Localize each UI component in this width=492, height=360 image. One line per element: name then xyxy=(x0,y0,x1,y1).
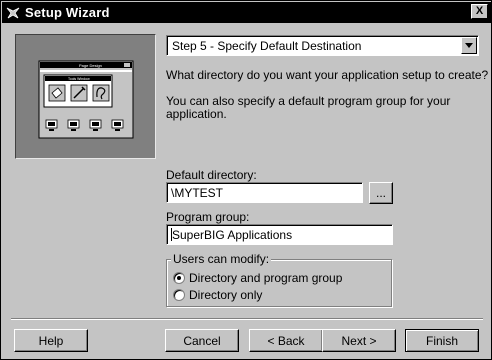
cancel-button[interactable]: Cancel xyxy=(165,329,239,352)
close-icon: X xyxy=(475,5,484,17)
radio-unselected-icon[interactable] xyxy=(173,289,185,301)
step-dropdown[interactable]: Step 5 - Specify Default Destination xyxy=(166,35,479,56)
program-group-value: SuperBIG Applications xyxy=(172,228,293,242)
wizard-preview-image: Page Design Tools Window xyxy=(15,34,156,159)
radio-directory-and-program-group[interactable]: Directory and program group xyxy=(173,271,342,285)
title-bar[interactable]: Setup Wizard X xyxy=(2,2,491,23)
mini-toolbar-title: Tools Window xyxy=(68,77,90,81)
setup-wizard-window: Setup Wizard X Page Design Tools Window xyxy=(0,0,492,360)
back-button[interactable]: < Back xyxy=(249,329,323,352)
radio-label: Directory and program group xyxy=(189,271,343,285)
window-title: Setup Wizard xyxy=(25,5,110,20)
step-dropdown-value: Step 5 - Specify Default Destination xyxy=(172,39,362,53)
default-directory-label: Default directory: xyxy=(166,168,257,182)
button-separator xyxy=(11,318,483,320)
instruction-program-group-line2: application. xyxy=(166,107,227,121)
finish-button[interactable]: Finish xyxy=(405,329,479,352)
program-group-input[interactable]: SuperBIG Applications xyxy=(166,224,393,245)
users-can-modify-label: Users can modify: xyxy=(171,252,272,266)
preview-illustration-icon: Page Design Tools Window xyxy=(38,60,134,139)
radio-selected-icon[interactable] xyxy=(173,272,185,284)
wizard-app-icon xyxy=(5,5,21,21)
browse-button[interactable]: ... xyxy=(369,182,393,204)
next-button[interactable]: Next > xyxy=(322,329,396,352)
help-button[interactable]: Help xyxy=(14,329,88,352)
instruction-directory: What directory do you want your applicat… xyxy=(166,68,489,82)
close-button[interactable]: X xyxy=(471,4,488,19)
program-group-label: Program group: xyxy=(166,210,250,224)
radio-label: Directory only xyxy=(189,288,263,302)
default-directory-input[interactable]: \MYTEST xyxy=(166,182,363,203)
chevron-down-icon xyxy=(465,43,473,48)
radio-directory-only[interactable]: Directory only xyxy=(173,288,262,302)
dropdown-arrow-button[interactable] xyxy=(461,37,477,54)
mini-window-title: Page Design xyxy=(79,63,102,68)
